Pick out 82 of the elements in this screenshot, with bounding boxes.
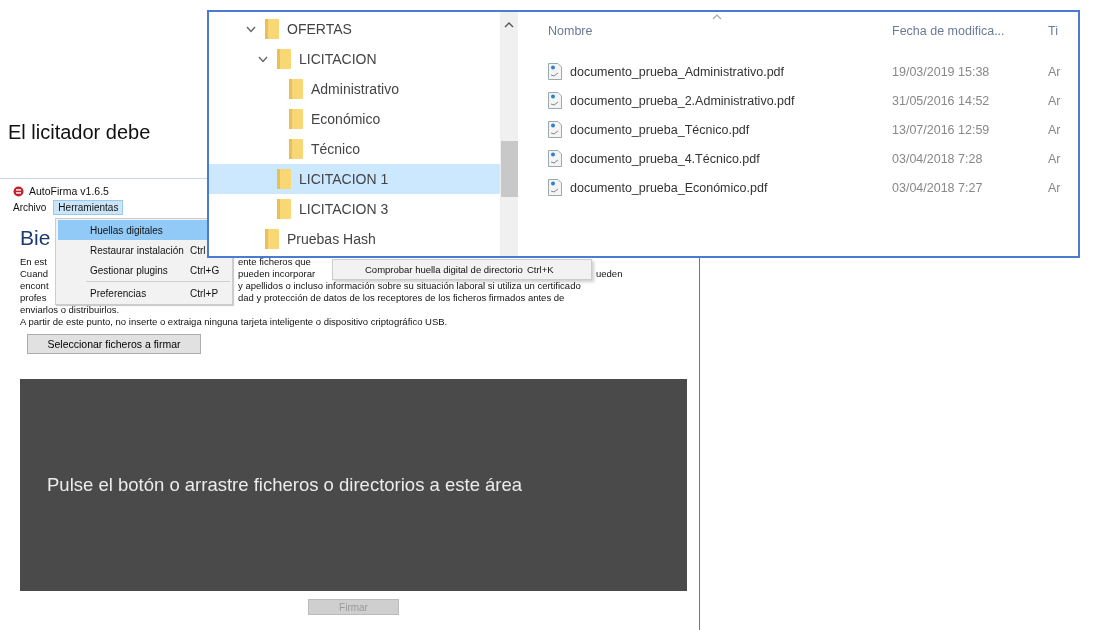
folder-name: LICITACION 1	[299, 171, 389, 187]
menu-item-label: Gestionar plugins	[90, 264, 169, 276]
scrollbar-thumb[interactable]	[500, 141, 518, 197]
menu-item-label: Huellas digitales	[90, 224, 164, 236]
file-name[interactable]: documento_prueba_Técnico.pdf	[570, 122, 750, 137]
body-text: Cuand	[20, 268, 48, 280]
body-text: ente ficheros que	[238, 256, 311, 268]
column-header[interactable]: Fecha de modifica...	[892, 24, 1048, 38]
body-text: profes	[20, 292, 47, 304]
shortcut-text: Ctrl+K	[526, 264, 554, 275]
tree-item[interactable]: OFERTAS	[209, 14, 500, 44]
folder-icon	[289, 109, 303, 129]
shortcut-text: Ctrl	[190, 244, 206, 256]
menu-item[interactable]: Herramientas	[53, 199, 124, 215]
body-text: dad y protección de datos de los receptores de los ficheros firmados antes de	[238, 292, 565, 304]
chevron-down-icon[interactable]	[246, 25, 256, 33]
window-title: AutoFirma v1.6.5	[29, 185, 109, 197]
column-header[interactable]: Nombre	[548, 24, 892, 38]
menu-item[interactable]: Preferencias Ctrl+P	[58, 283, 230, 303]
body-text: y apellidos o incluso información sobre su situación laboral si utiliza un certificado	[238, 280, 581, 292]
shortcut-text: Ctrl+G	[190, 264, 220, 276]
pdf-file-icon	[548, 121, 562, 138]
folder-icon	[277, 169, 291, 189]
file-name[interactable]: documento_prueba_Económico.pdf	[570, 180, 768, 195]
menu-item-label: Comprobar huella digital de directorio	[365, 264, 523, 275]
menu-item-label: Restaurar instalación	[90, 244, 185, 256]
folder-name: Técnico	[311, 141, 361, 157]
file-type: Ar	[1048, 122, 1062, 137]
tree-item[interactable]: Técnico	[209, 134, 500, 164]
folder-name: Pruebas Hash	[287, 231, 376, 247]
file-date: 03/04/2018 7:28	[892, 151, 984, 166]
tree-item[interactable]: LICITACION	[209, 44, 500, 74]
file-date: 19/03/2019 15:38	[892, 64, 991, 79]
pdf-file-icon	[548, 179, 562, 196]
folder-name: LICITACION 3	[299, 201, 389, 217]
heading: Bie	[20, 226, 51, 251]
file-date: 31/05/2016 14:52	[892, 93, 991, 108]
tree-item[interactable]: Económico	[209, 104, 500, 134]
column-header[interactable]: Ti	[1048, 24, 1068, 38]
file-type: Ar	[1048, 93, 1062, 108]
folder-icon	[289, 139, 303, 159]
drop-area-text: Pulse el botón o arrastre ficheros o directorios a este área	[47, 474, 523, 496]
file-date: 03/04/2018 7:27	[892, 180, 984, 195]
menu-item-label: Preferencias	[90, 287, 148, 299]
scrollbar[interactable]	[500, 12, 518, 256]
scroll-up-icon[interactable]	[504, 22, 514, 28]
pdf-file-icon	[548, 63, 562, 80]
tree-item[interactable]: LICITACION 1	[209, 164, 500, 194]
submenu-item[interactable]: Comprobar huella digital de directorio Ctrl+K	[332, 259, 592, 280]
folder-icon	[277, 49, 291, 69]
folder-name: OFERTAS	[287, 21, 352, 37]
folder-icon	[265, 19, 279, 39]
tree-item[interactable]: Administrativo	[209, 74, 500, 104]
file-name[interactable]: documento_prueba_4.Técnico.pdf	[570, 151, 760, 166]
body-text: enviarlos o distribuirlos.	[20, 304, 121, 316]
body-text: pueden incorporar	[238, 268, 316, 280]
body-text: encont	[20, 280, 49, 292]
menu-item[interactable]: Archivo	[8, 199, 52, 215]
folder-name: LICITACION	[299, 51, 377, 67]
folder-icon	[277, 199, 291, 219]
app-logo-icon	[13, 185, 24, 197]
file-type: Ar	[1048, 180, 1062, 195]
folder-name: Económico	[311, 111, 381, 127]
file-type: Ar	[1048, 151, 1062, 166]
file-type: Ar	[1048, 64, 1062, 79]
pdf-file-icon	[548, 92, 562, 109]
folder-icon	[265, 229, 279, 249]
document-text: El licitador debe	[8, 121, 151, 144]
pdf-file-icon	[548, 150, 562, 167]
shortcut-text: Ctrl+P	[190, 287, 219, 299]
menu-item[interactable]: Gestionar plugins Ctrl+G	[58, 260, 230, 280]
select-files-button[interactable]: Seleccionar ficheros a firmar	[27, 334, 201, 354]
body-text: A partir de este punto, no inserte o extraiga ninguna tarjeta inteligente o dispositivo criptográfico USB.	[20, 316, 449, 328]
file-date: 13/07/2016 12:59	[892, 122, 991, 137]
file-name[interactable]: documento_prueba_Administrativo.pdf	[570, 64, 785, 79]
folder-name: Administrativo	[311, 81, 399, 97]
drop-area[interactable]: Pulse el botón o arrastre ficheros o directorios a este área	[20, 379, 687, 591]
folder-icon	[289, 79, 303, 99]
body-text: En est	[20, 256, 47, 268]
chevron-down-icon[interactable]	[258, 55, 268, 63]
body-text: ueden	[596, 268, 623, 280]
file-name[interactable]: documento_prueba_2.Administrativo.pdf	[570, 93, 795, 108]
